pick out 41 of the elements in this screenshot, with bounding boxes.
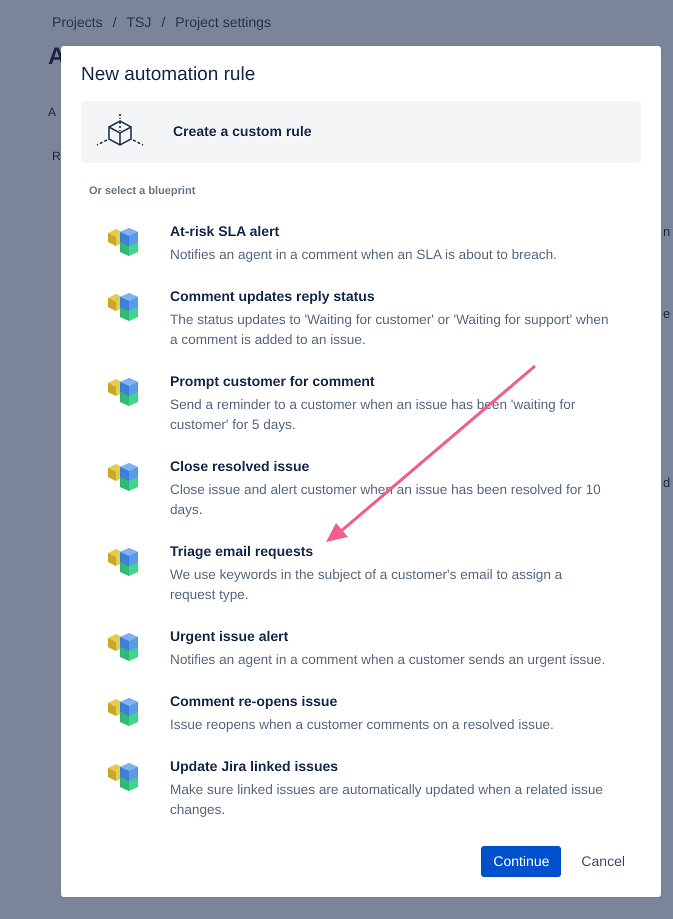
blueprint-title: Prompt customer for comment	[170, 372, 376, 392]
blueprint-description: We use keywords in the subject of a customer's email to assign a request type.	[170, 566, 564, 604]
blueprint-description: Notifies an agent in a comment when a customer sends an urgent issue.	[170, 651, 606, 670]
blueprint-option[interactable]: Comment updates reply status The status updates to 'Waiting for customer' or 'Waiting for support' when a comment is added to an issue.	[81, 286, 641, 350]
blocks-icon	[108, 548, 138, 576]
page-text: e	[663, 304, 672, 322]
option-label: Create a custom rule	[173, 122, 312, 142]
blueprint-title: Comment updates reply status	[170, 287, 376, 306]
continue-button[interactable]: Continue	[481, 846, 562, 878]
blueprint-title: Close resolved issue	[170, 457, 310, 476]
blueprint-title: Urgent issue alert	[170, 627, 290, 646]
blueprint-option[interactable]: At-risk SLA alert Notifies an agent in a comment when an SLA is about to breach.	[81, 221, 641, 266]
blocks-icon	[108, 293, 138, 322]
blueprint-title: At-risk SLA alert	[170, 222, 280, 242]
dialog-title: New automation rule	[81, 64, 256, 87]
page-text: A	[48, 104, 58, 121]
blocks-icon	[108, 378, 138, 406]
tab-label: R	[52, 148, 62, 165]
blocks-icon	[108, 698, 138, 726]
blueprint-title: Triage email requests	[170, 542, 314, 562]
blueprint-description: Make sure linked issues are automatically updated when a related issue changes.	[170, 781, 604, 820]
blocks-icon	[108, 228, 138, 256]
section-label: Or select a blueprint	[89, 184, 196, 199]
breadcrumb-separator: /	[112, 13, 116, 32]
breadcrumb-separator: /	[161, 13, 166, 32]
blocks-icon	[108, 463, 138, 492]
cancel-button[interactable]: Cancel	[569, 846, 637, 878]
blueprint-option[interactable]: Triage email requests We use keywords in the subject of a customer's email to assign a request type.	[81, 541, 641, 606]
page-text: n	[663, 223, 672, 241]
blueprint-option[interactable]: Urgent issue alert Notifies an agent in a comment when a customer sends an urgent issue.	[81, 626, 641, 670]
blueprint-description: Notifies an agent in a comment when an SLA is about to breach.	[170, 246, 557, 264]
blueprint-description: Issue reopens when a customer comments on a resolved issue.	[170, 716, 554, 734]
page-text: d	[663, 474, 672, 492]
blueprint-description: The status updates to 'Waiting for customer' or 'Waiting for support' when a comment is added to an issue.	[170, 311, 610, 350]
blueprint-option[interactable]: Update Jira linked issues Make sure linked issues are automatically updated when a related issue changes.	[81, 756, 641, 820]
custom-rule-option[interactable]: Create a custom rule	[81, 100, 641, 163]
blueprint-option[interactable]: Comment re-opens issue Issue reopens when a customer comments on a resolved issue.	[81, 691, 641, 736]
blocks-icon	[108, 633, 138, 662]
blueprint-title: Update Jira linked issues	[170, 757, 340, 776]
blueprint-title: Comment re-opens issue	[170, 692, 338, 712]
blocks-icon	[108, 763, 138, 792]
